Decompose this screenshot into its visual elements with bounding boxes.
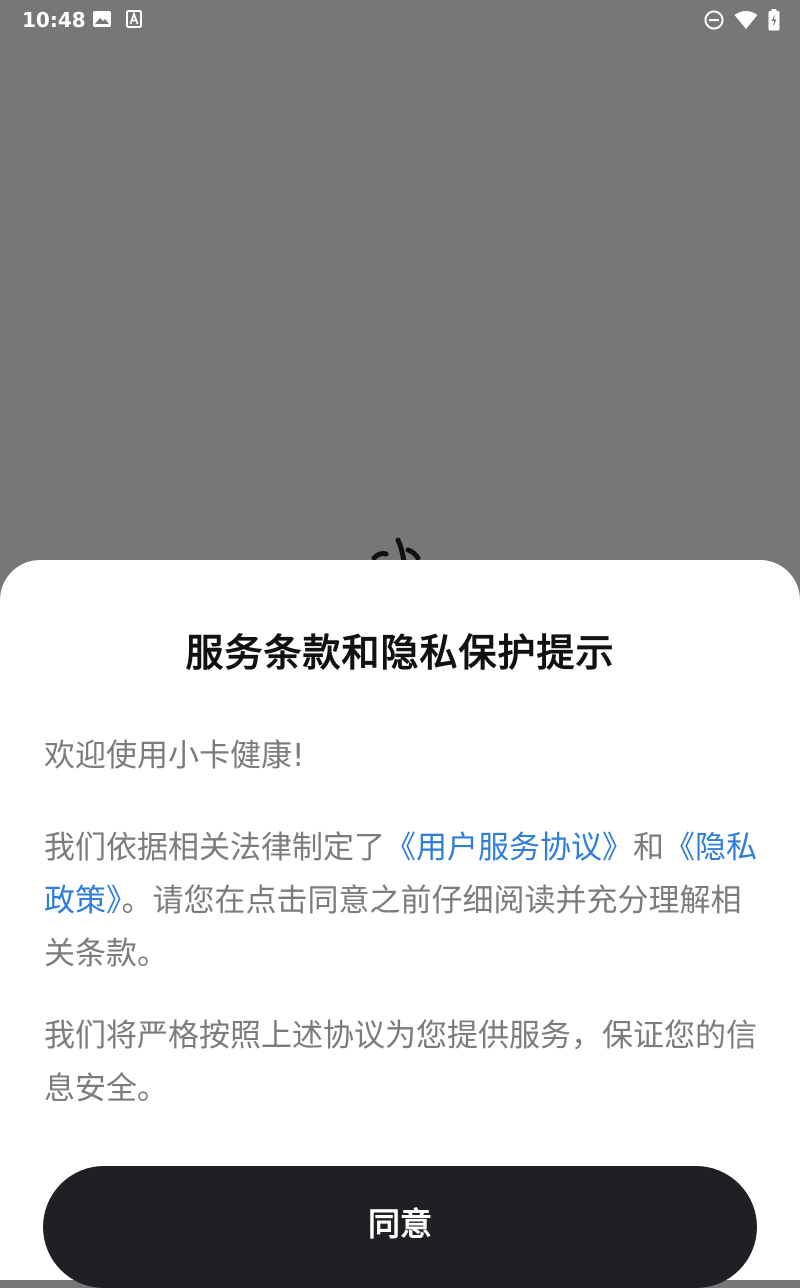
agreement-paragraph: 我们依据相关法律制定了《用户服务协议》和《隐私政策》。请您在点击同意之前仔细阅读… — [44, 822, 760, 981]
status-time: 10:48 — [22, 8, 86, 32]
agreement-text-suffix: 。请您在点击同意之前仔细阅读并充分理解相关条款。 — [44, 883, 742, 972]
status-right-icons — [704, 9, 780, 31]
privacy-dialog-sheet: 服务条款和隐私保护提示 欢迎使用小卡健康! 我们依据相关法律制定了《用户服务协议… — [0, 560, 800, 1288]
agree-button[interactable]: 同意 — [43, 1166, 757, 1288]
security-paragraph: 我们将严格按照上述协议为您提供服务，保证您的信息安全。 — [44, 1018, 757, 1107]
status-left-icons — [92, 10, 142, 28]
agreement-text-and: 和 — [633, 830, 664, 866]
text-a-icon — [126, 10, 142, 28]
user-agreement-link[interactable]: 《用户服务协议》 — [385, 830, 633, 866]
status-bar: 10:48 — [0, 0, 800, 38]
dialog-title: 服务条款和隐私保护提示 — [185, 631, 615, 675]
welcome-text: 欢迎使用小卡健康! — [44, 738, 305, 774]
wifi-icon — [734, 10, 758, 30]
do-not-disturb-icon — [704, 10, 724, 30]
agreement-text-prefix: 我们依据相关法律制定了 — [44, 830, 385, 866]
battery-charging-icon — [768, 9, 780, 31]
image-icon — [92, 10, 112, 28]
